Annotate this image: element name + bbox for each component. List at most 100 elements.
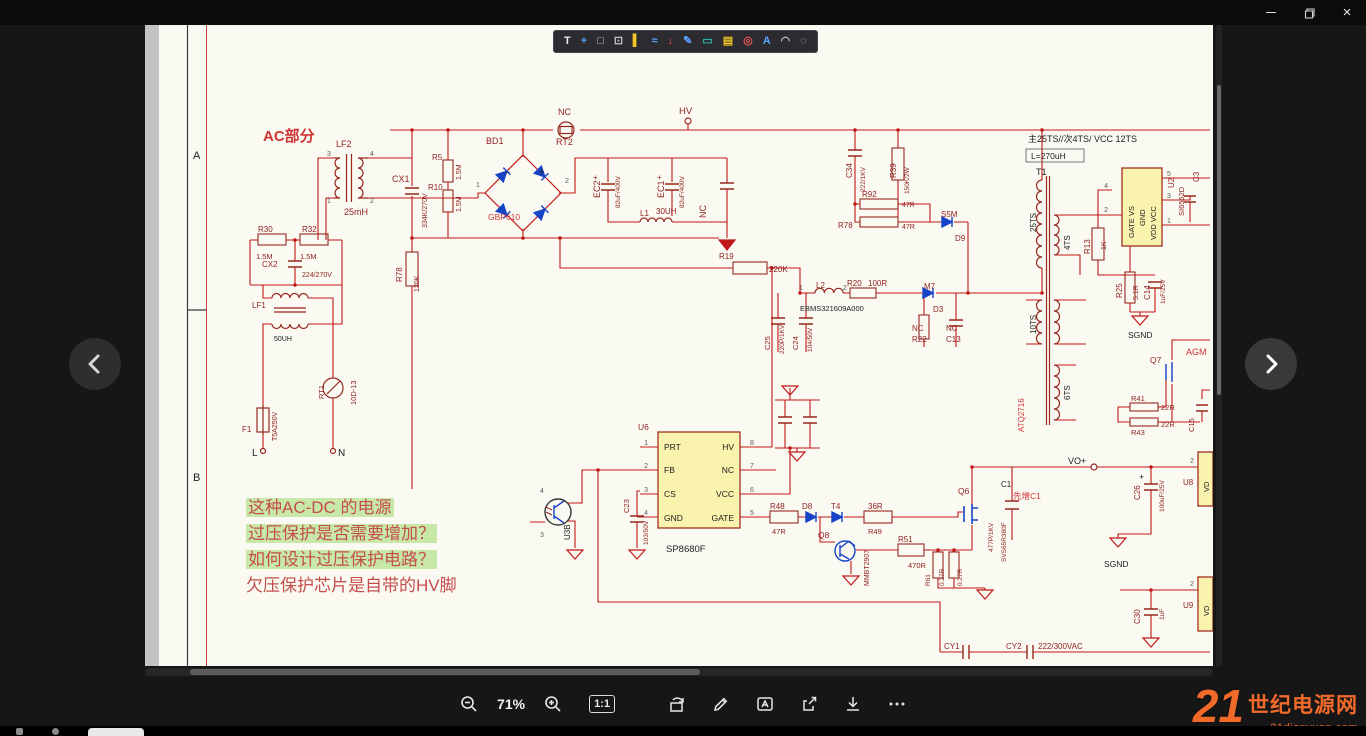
arc-tool[interactable]: ◠ bbox=[781, 36, 791, 47]
taskbar-search-box[interactable] bbox=[88, 728, 144, 736]
rect-tool[interactable]: ▭ bbox=[702, 36, 712, 47]
schematic-label: 1.5M bbox=[456, 164, 463, 180]
previous-image-button[interactable] bbox=[69, 338, 121, 390]
schematic-label: 104/50V bbox=[807, 327, 814, 352]
schematic-label: GATE bbox=[711, 513, 734, 523]
schematic-label: R61 bbox=[925, 574, 932, 586]
schematic-label: LF1 bbox=[252, 301, 266, 310]
schematic-label: NC bbox=[558, 107, 571, 117]
schematic-label: 5 bbox=[1167, 171, 1171, 178]
share-icon bbox=[799, 694, 819, 714]
schematic-label: U6 bbox=[638, 422, 649, 432]
font-tool[interactable]: A bbox=[763, 36, 771, 47]
search-icon[interactable] bbox=[52, 728, 59, 735]
taskbar[interactable] bbox=[0, 726, 1366, 736]
schematic-label: D9 bbox=[955, 234, 966, 243]
schematic-label: R39 bbox=[889, 163, 898, 178]
schematic-label: L1 bbox=[640, 209, 649, 218]
vertical-scrollbar[interactable] bbox=[1216, 25, 1222, 666]
circle-tool[interactable]: ◎ bbox=[743, 36, 753, 47]
schematic-label: 30UH bbox=[656, 207, 677, 216]
schematic-label: BD1 bbox=[486, 136, 504, 146]
schematic-label: C1 bbox=[1001, 480, 1012, 489]
schematic-label: 10D-13 bbox=[349, 380, 358, 405]
schematic-label: GND bbox=[664, 513, 683, 523]
zoom-in-button[interactable] bbox=[538, 689, 568, 719]
schematic-label: C30 bbox=[1133, 609, 1142, 624]
text-tool[interactable]: T bbox=[564, 36, 571, 47]
schematic-label: 100R bbox=[868, 279, 887, 288]
vertical-scroll-thumb[interactable] bbox=[1217, 85, 1221, 395]
ellipsis-icon bbox=[887, 694, 907, 714]
image-text-icon bbox=[755, 694, 775, 714]
schematic-label: 22R bbox=[1161, 403, 1175, 412]
chevron-right-icon bbox=[1257, 350, 1285, 378]
schematic-label: 470R bbox=[908, 561, 927, 570]
next-image-button[interactable] bbox=[1245, 338, 1297, 390]
schematic-label: R25 bbox=[1115, 283, 1124, 298]
schematic-label: 2 bbox=[1104, 207, 1108, 214]
actual-size-button[interactable]: 1:1 bbox=[582, 689, 622, 719]
schematic-label: 82uF/400V bbox=[615, 176, 622, 208]
schematic-label: 1uF bbox=[1159, 609, 1166, 620]
sheet-frame bbox=[187, 25, 207, 666]
schematic-label: U2 bbox=[1167, 177, 1176, 188]
schematic-label: 0.27R bbox=[939, 568, 946, 586]
arrow-tool[interactable]: ↓ bbox=[668, 36, 674, 47]
schematic-label: R13 bbox=[1083, 239, 1092, 254]
zoom-out-button[interactable] bbox=[454, 689, 484, 719]
horizontal-scroll-thumb[interactable] bbox=[190, 669, 700, 675]
restore-button[interactable] bbox=[1290, 0, 1328, 25]
schematic-label: C15 bbox=[1187, 418, 1196, 432]
schematic-label: R78 bbox=[395, 267, 404, 282]
schematic-label: SGND bbox=[1128, 330, 1153, 340]
schematic-label: R48 bbox=[770, 502, 785, 511]
lasso-tool[interactable]: ◌ bbox=[800, 36, 807, 47]
schematic-label: 1 bbox=[476, 182, 480, 189]
download-button[interactable] bbox=[838, 689, 868, 719]
schematic-label: 10TS bbox=[1029, 315, 1038, 334]
add-tool[interactable]: + bbox=[581, 36, 587, 47]
ocr-button[interactable] bbox=[750, 689, 780, 719]
schematic-label: CY1 bbox=[944, 642, 960, 651]
edit-button[interactable] bbox=[706, 689, 736, 719]
schematic-label: 5 bbox=[750, 510, 754, 517]
schematic-label: R30 bbox=[258, 225, 273, 234]
highlight-tool[interactable]: ▍ bbox=[633, 36, 641, 47]
schematic-label: U3B bbox=[563, 524, 572, 540]
schematic-label: 103/50V bbox=[643, 520, 650, 545]
schematic-label: 22R bbox=[1161, 420, 1175, 429]
schematic-label: R51 bbox=[898, 535, 913, 544]
start-button-icon[interactable] bbox=[16, 728, 23, 735]
minimize-button[interactable] bbox=[1252, 0, 1290, 25]
schematic-label: T1 bbox=[1036, 167, 1047, 177]
zoom-level: 71% bbox=[497, 696, 525, 712]
schematic-label: 25mH bbox=[344, 207, 368, 217]
schematic-label: C14 bbox=[1143, 285, 1152, 300]
ground-symbols bbox=[567, 240, 1159, 647]
schematic-label: FB bbox=[664, 465, 675, 475]
close-icon: × bbox=[1343, 5, 1352, 20]
horizontal-scrollbar[interactable] bbox=[145, 668, 1213, 676]
schematic-label: SGND bbox=[1104, 559, 1129, 569]
pen-tool[interactable]: ✎ bbox=[683, 36, 692, 47]
select-tool[interactable]: □ bbox=[597, 36, 604, 47]
restore-icon bbox=[1302, 6, 1316, 20]
share-button[interactable] bbox=[794, 689, 824, 719]
schematic-label: R43 bbox=[1131, 428, 1145, 437]
tag-tool[interactable]: ▤ bbox=[723, 36, 733, 47]
schematic-label: NC bbox=[698, 205, 708, 218]
rotate-button[interactable] bbox=[662, 689, 692, 719]
crop-tool[interactable]: ⊡ bbox=[614, 36, 623, 47]
wave-tool[interactable]: ≈ bbox=[652, 36, 658, 47]
schematic-label: LF2 bbox=[336, 139, 352, 149]
schematic-label: CY2 bbox=[1006, 642, 1022, 651]
schematic-label: HV bbox=[679, 106, 693, 117]
note-line: 过压保护是否需要增加？ bbox=[246, 521, 457, 547]
note-line: 欠压保护芯片是自带的HV脚 bbox=[246, 573, 457, 599]
schematic-label: 6TS bbox=[1063, 385, 1072, 400]
schematic-label: 220P/1KV bbox=[779, 324, 786, 354]
more-button[interactable] bbox=[882, 689, 912, 719]
schematic-label: AGM bbox=[1186, 347, 1207, 357]
close-button[interactable]: × bbox=[1328, 0, 1366, 25]
